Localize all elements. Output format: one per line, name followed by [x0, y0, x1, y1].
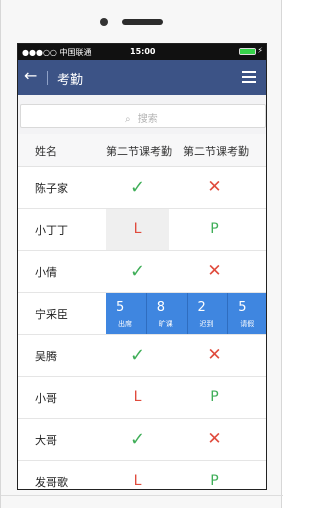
cross-icon: ✕ — [207, 345, 222, 365]
present-mark: P — [210, 389, 219, 405]
attendance-cell[interactable]: P — [183, 209, 246, 250]
attendance-cell[interactable]: P — [183, 377, 246, 418]
search-icon: ⌕ — [125, 114, 131, 125]
stat-value: 2 — [197, 300, 206, 315]
check-icon: ✓ — [129, 261, 146, 282]
status-time: 15:00 — [130, 47, 156, 56]
student-name: 大哥 — [35, 434, 57, 447]
header-col-2: 第二节课考勤 — [183, 145, 249, 158]
attendance-cell[interactable]: ✓ — [106, 251, 169, 292]
present-mark: P — [210, 221, 219, 237]
status-bar: ●●●○○ 中国联通 15:00 ⚡ — [18, 44, 266, 60]
cross-icon: ✕ — [207, 177, 222, 197]
header-name: 姓名 — [35, 145, 57, 158]
student-name: 小哥 — [35, 392, 57, 405]
page-title: 考勤 — [57, 73, 84, 88]
check-icon: ✓ — [129, 429, 146, 450]
present-mark: P — [210, 473, 219, 489]
table-row[interactable]: 发哥歌 L P — [18, 461, 266, 489]
student-name: 小倩 — [35, 266, 57, 279]
table-row[interactable]: 大哥 ✓ ✕ — [18, 419, 266, 461]
table-row[interactable]: 小倩 ✓ ✕ — [18, 251, 266, 293]
stat-late: 2 迟到 — [188, 293, 229, 334]
stat-value: 5 — [116, 300, 125, 315]
stat-label: 出席 — [118, 320, 132, 328]
attendance-table: 姓名 第二节课考勤 第二节课考勤 陈子家 ✓ ✕ 小丁丁 L P 小倩 ✓ ✕ … — [18, 134, 266, 489]
table-row[interactable]: 陈子家 ✓ ✕ — [18, 167, 266, 209]
student-name: 陈子家 — [35, 182, 68, 195]
charging-icon: ⚡ — [257, 46, 263, 55]
attendance-cell[interactable]: ✓ — [106, 335, 169, 376]
attendance-cell[interactable]: L — [106, 377, 169, 418]
menu-icon[interactable] — [242, 71, 256, 83]
stat-value: 8 — [156, 300, 166, 315]
attendance-cell[interactable]: ✕ — [183, 419, 246, 460]
carrier-label: ●●●○○ 中国联通 — [22, 48, 92, 57]
stat-leave: 5 请假 — [228, 293, 266, 334]
attendance-cell[interactable]: P — [183, 461, 246, 489]
student-name: 发哥歌 — [35, 476, 68, 489]
attendance-cell[interactable]: ✕ — [183, 251, 246, 292]
student-name: 小丁丁 — [35, 224, 68, 237]
table-header: 姓名 第二节课考勤 第二节课考勤 — [18, 134, 266, 167]
late-mark: L — [133, 473, 142, 489]
stat-absent: 8 旷课 — [147, 293, 188, 334]
screen: ●●●○○ 中国联通 15:00 ⚡ ← 考勤 ⌕ 搜索 姓名 第二节课考勤 第… — [17, 43, 267, 490]
attendance-cell[interactable]: L — [106, 209, 169, 250]
cross-icon: ✕ — [207, 261, 222, 281]
attendance-cell[interactable]: ✕ — [183, 167, 246, 208]
cross-icon: ✕ — [207, 429, 222, 449]
stat-value: 5 — [238, 300, 247, 315]
attendance-cell[interactable]: ✓ — [106, 419, 169, 460]
back-arrow-icon[interactable]: ← — [24, 67, 37, 85]
camera-dot — [100, 18, 108, 26]
student-name: 吴腾 — [35, 350, 57, 363]
stat-label: 旷课 — [158, 320, 173, 328]
speaker-slot — [122, 19, 163, 25]
attendance-stats-panel[interactable]: 5 出席 8 旷课 2 迟到 5 请假 — [106, 293, 266, 334]
student-name: 宁采臣 — [35, 308, 68, 321]
table-row[interactable]: 吴腾 ✓ ✕ — [18, 335, 266, 377]
header-col-1: 第二节课考勤 — [106, 145, 172, 158]
stat-label: 请假 — [240, 320, 255, 328]
search-input[interactable]: ⌕ 搜索 — [20, 104, 266, 128]
table-row[interactable]: 小哥 L P — [18, 377, 266, 419]
check-icon: ✓ — [129, 177, 146, 198]
late-mark: L — [133, 389, 142, 405]
stat-label: 迟到 — [199, 320, 214, 328]
late-mark: L — [133, 221, 142, 237]
search-placeholder: 搜索 — [137, 114, 158, 125]
attendance-cell[interactable]: L — [106, 461, 169, 489]
navbar: ← 考勤 — [18, 60, 266, 95]
table-row[interactable]: 小丁丁 L P — [18, 209, 266, 251]
phone-bottom-edge — [1, 495, 283, 496]
stat-present: 5 出席 — [106, 293, 147, 334]
check-icon: ✓ — [129, 345, 146, 366]
battery-icon — [239, 48, 256, 55]
table-row[interactable]: 宁采臣 5 出席 8 旷课 2 迟到 5 请假 — [18, 293, 266, 335]
attendance-cell[interactable]: ✓ — [106, 167, 169, 208]
phone-frame: ●●●○○ 中国联通 15:00 ⚡ ← 考勤 ⌕ 搜索 姓名 第二节课考勤 第… — [0, 0, 283, 508]
nav-divider — [47, 71, 48, 85]
attendance-cell[interactable]: ✕ — [183, 335, 246, 376]
